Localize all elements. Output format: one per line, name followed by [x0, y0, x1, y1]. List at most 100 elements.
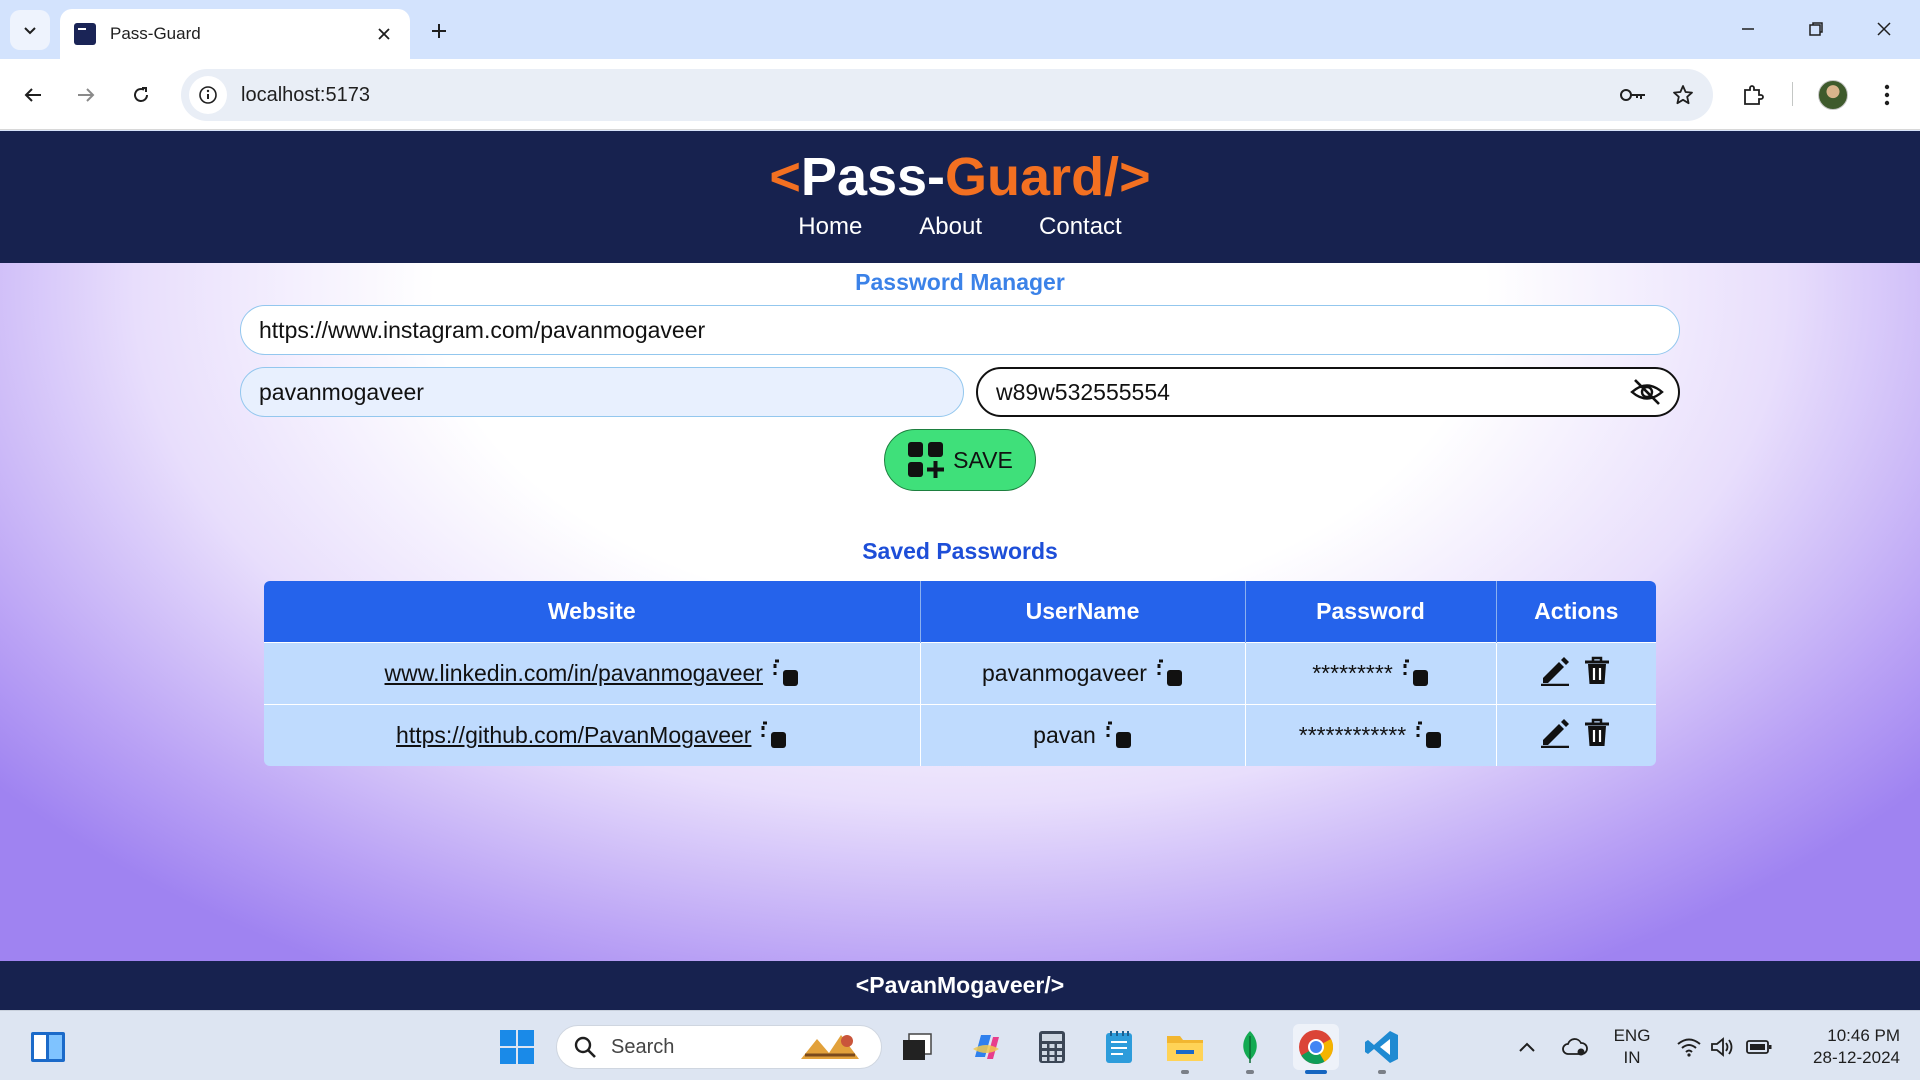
mongodb-button[interactable] [1227, 1024, 1273, 1074]
taskbar-search[interactable]: Search [556, 1025, 882, 1069]
copilot-icon [973, 1035, 999, 1059]
chevron-up-icon [1519, 1042, 1535, 1052]
close-window-button[interactable] [1862, 12, 1906, 46]
chrome-button[interactable] [1293, 1024, 1339, 1074]
actions-cell [1496, 641, 1656, 704]
save-button[interactable]: SAVE [884, 429, 1036, 491]
taskbar-clock[interactable]: 10:46 PM 28-12-2024 [1790, 1025, 1900, 1069]
password-key-icon[interactable] [1613, 75, 1653, 115]
calculator-button[interactable] [1029, 1024, 1075, 1070]
more-vertical-icon [1884, 84, 1890, 106]
close-tab-icon[interactable] [372, 22, 396, 46]
windows-taskbar: Search ENG IN 10:46 PM 28-12-2024 [0, 1010, 1920, 1080]
trash-icon[interactable] [1581, 717, 1613, 749]
running-indicator [1246, 1070, 1254, 1074]
nav-link-about[interactable]: About [919, 213, 982, 241]
search-icon [574, 1036, 596, 1058]
region-code: IN [1623, 1048, 1641, 1067]
copy-icon[interactable] [761, 721, 787, 749]
url-text[interactable]: localhost:5173 [241, 84, 1613, 107]
toolbar-divider [1792, 82, 1793, 106]
copy-icon[interactable] [1157, 659, 1183, 687]
copy-icon[interactable] [1403, 659, 1429, 687]
battery-tray-icon[interactable] [1745, 1033, 1773, 1061]
puzzle-icon [1744, 85, 1764, 105]
nav-link-home[interactable]: Home [798, 213, 862, 241]
browser-tab-strip: Pass-Guard [0, 0, 1920, 59]
password-cell: ********* [1245, 641, 1497, 704]
close-icon [1877, 22, 1891, 36]
chrome-icon [1299, 1030, 1333, 1064]
column-header-username: UserName [920, 581, 1246, 642]
page-content: <Pass-Guard/> Home About Contact Passwor… [0, 131, 1920, 1010]
menu-button[interactable] [1867, 75, 1907, 115]
bookmark-star-icon[interactable] [1663, 75, 1703, 115]
new-tab-button[interactable] [424, 16, 454, 46]
restore-button[interactable] [1794, 12, 1838, 46]
clock-date: 28-12-2024 [1813, 1048, 1900, 1067]
app-logo[interactable]: <Pass-Guard/> [0, 147, 1920, 207]
show-hidden-icons-button[interactable] [1513, 1033, 1541, 1061]
extensions-button[interactable] [1733, 75, 1773, 115]
language-code: ENG [1613, 1026, 1651, 1045]
task-view-button[interactable] [894, 1024, 940, 1070]
plus-icon [432, 24, 446, 38]
minimize-button[interactable] [1726, 12, 1770, 46]
file-explorer-button[interactable] [1162, 1024, 1208, 1074]
password-input[interactable] [978, 369, 1618, 415]
website-url-input[interactable] [240, 305, 1680, 355]
forward-button[interactable] [66, 75, 106, 115]
cloud-icon [1562, 1038, 1588, 1056]
running-indicator [1181, 1070, 1189, 1074]
task-view-icon [903, 1033, 932, 1060]
table-row: www.linkedin.com/in/pavanmogaveer pavanm… [264, 641, 1656, 704]
nav-link-contact[interactable]: Contact [1039, 213, 1122, 241]
password-manager-title: Password Manager [855, 269, 1065, 295]
minimize-icon [1742, 28, 1754, 30]
profile-button[interactable] [1813, 75, 1853, 115]
arrow-left-icon [24, 88, 41, 102]
copy-icon[interactable] [1106, 721, 1132, 749]
tab-search-button[interactable] [10, 10, 50, 50]
reload-button[interactable] [121, 75, 161, 115]
tab-title: Pass-Guard [110, 24, 201, 43]
browser-tab[interactable]: Pass-Guard [60, 9, 410, 59]
copy-icon[interactable] [1416, 721, 1442, 749]
vscode-icon [1365, 1031, 1398, 1063]
site-info-icon[interactable] [189, 76, 227, 114]
app-navbar: <Pass-Guard/> Home About Contact [0, 131, 1920, 263]
actions-cell [1496, 703, 1656, 766]
password-cell: ************ [1245, 703, 1497, 766]
search-label: Search [611, 1035, 675, 1058]
website-link[interactable]: www.linkedin.com/in/pavanmogaveer [385, 660, 763, 687]
back-button[interactable] [13, 75, 53, 115]
onedrive-tray-icon[interactable] [1561, 1033, 1589, 1061]
saved-passwords-title: Saved Passwords [862, 538, 1058, 564]
widgets-button[interactable] [25, 1024, 71, 1070]
add-grid-icon [908, 442, 945, 478]
notepad-button[interactable] [1096, 1024, 1142, 1070]
website-link[interactable]: https://github.com/PavanMogaveer [396, 722, 751, 749]
start-button[interactable] [494, 1024, 540, 1070]
copilot-button[interactable] [963, 1024, 1009, 1070]
vscode-button[interactable] [1359, 1024, 1405, 1074]
table-header-row: Website UserName Password Actions [264, 581, 1656, 642]
copy-icon[interactable] [773, 659, 799, 687]
website-cell: https://github.com/PavanMogaveer [264, 703, 921, 766]
logo-text-pass: Pass- [800, 147, 946, 207]
logo-bracket-open: < [769, 147, 801, 207]
edit-icon[interactable] [1539, 717, 1571, 749]
language-indicator[interactable]: ENG IN [1612, 1025, 1652, 1069]
eye-slash-icon[interactable] [1630, 377, 1664, 407]
username-input[interactable] [240, 367, 964, 417]
trash-icon[interactable] [1581, 655, 1613, 687]
volume-tray-icon[interactable] [1709, 1033, 1737, 1061]
logo-text-guard: Guard/ [945, 147, 1120, 207]
address-bar[interactable]: localhost:5173 [181, 69, 1713, 121]
edit-icon[interactable] [1539, 655, 1571, 687]
wifi-tray-icon[interactable] [1675, 1033, 1703, 1061]
folder-icon [1167, 1036, 1203, 1061]
wifi-icon [1677, 1038, 1701, 1057]
calculator-icon [1039, 1031, 1065, 1063]
favicon-icon [74, 23, 96, 45]
